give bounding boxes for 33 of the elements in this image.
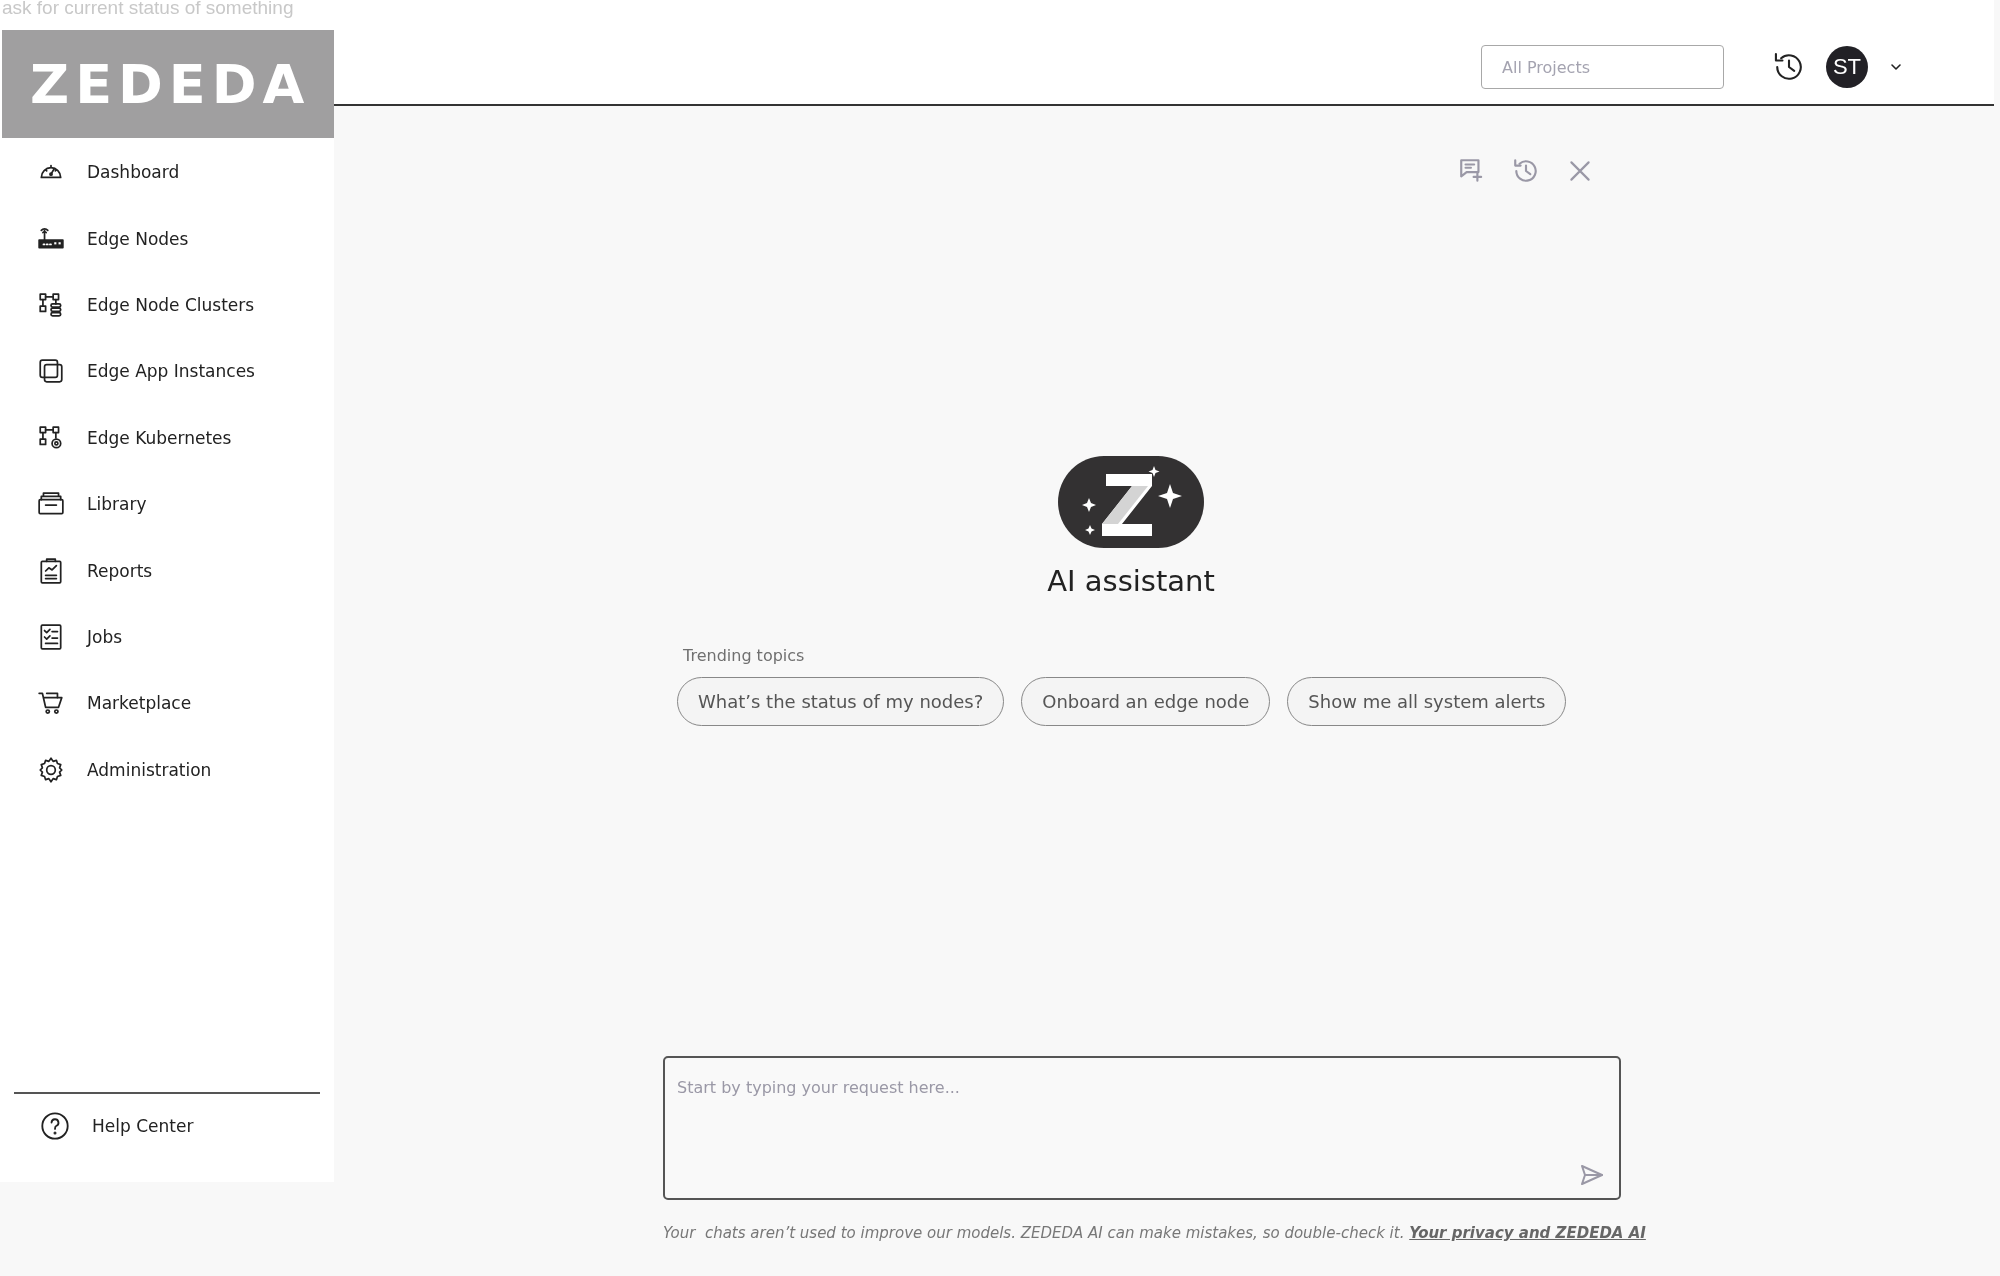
chevron-down-icon — [1890, 61, 1902, 73]
privacy-link[interactable]: Your privacy and ZEDEDA AI — [1409, 1224, 1646, 1242]
sidebar-item[interactable]: Edge Nodes — [0, 205, 334, 272]
history-icon — [1512, 157, 1540, 185]
assistant-title: AI assistant — [1047, 564, 1215, 598]
trending-label: Trending topics — [683, 646, 806, 665]
nodes-gear-icon — [37, 423, 65, 452]
sidebar-item[interactable]: Administration — [0, 736, 334, 803]
help-center-link[interactable]: Help Center — [0, 1094, 334, 1158]
project-field[interactable]: All Projects — [1481, 45, 1724, 89]
logo-text: ZEDEDA — [30, 52, 311, 116]
sidebar-item[interactable]: Edge Kubernetes — [0, 404, 334, 471]
message-input[interactable]: Start by typing your request here... — [663, 1056, 1621, 1200]
topic-chip[interactable]: Onboard an edge node — [1021, 677, 1271, 726]
send-icon — [1579, 1162, 1605, 1188]
sidebar-item[interactable]: Library — [0, 470, 334, 538]
dropdown-button[interactable] — [1890, 61, 1902, 73]
sidebar-item[interactable]: Edge Node Clusters — [0, 271, 334, 339]
sidebar-item[interactable]: Edge App Instances — [0, 338, 334, 405]
help-icon — [40, 1111, 70, 1141]
topic-chip[interactable]: Show me all system alerts — [1287, 677, 1567, 726]
sidebar-item[interactable]: Dashboard — [0, 139, 334, 206]
checklist-icon — [37, 622, 65, 651]
settings-icon — [37, 755, 65, 784]
sidebar-item[interactable]: Jobs — [0, 603, 334, 671]
cluster-icon — [37, 290, 65, 319]
windows-icon — [37, 357, 65, 386]
user-avatar[interactable]: ST — [1826, 46, 1868, 88]
sidebar-item[interactable]: Reports — [0, 537, 334, 604]
sidebar-item[interactable]: Marketplace — [0, 670, 334, 737]
disclaimer-text: Your chats aren’t used to improve our models. ZEDEDA AI can make mistakes, so double-check it. Your privacy and ZEDEDA AI — [663, 1224, 1647, 1242]
clipboard-chart-icon — [37, 556, 65, 585]
topic-chip[interactable]: What’s the status of my nodes? — [677, 677, 1005, 726]
